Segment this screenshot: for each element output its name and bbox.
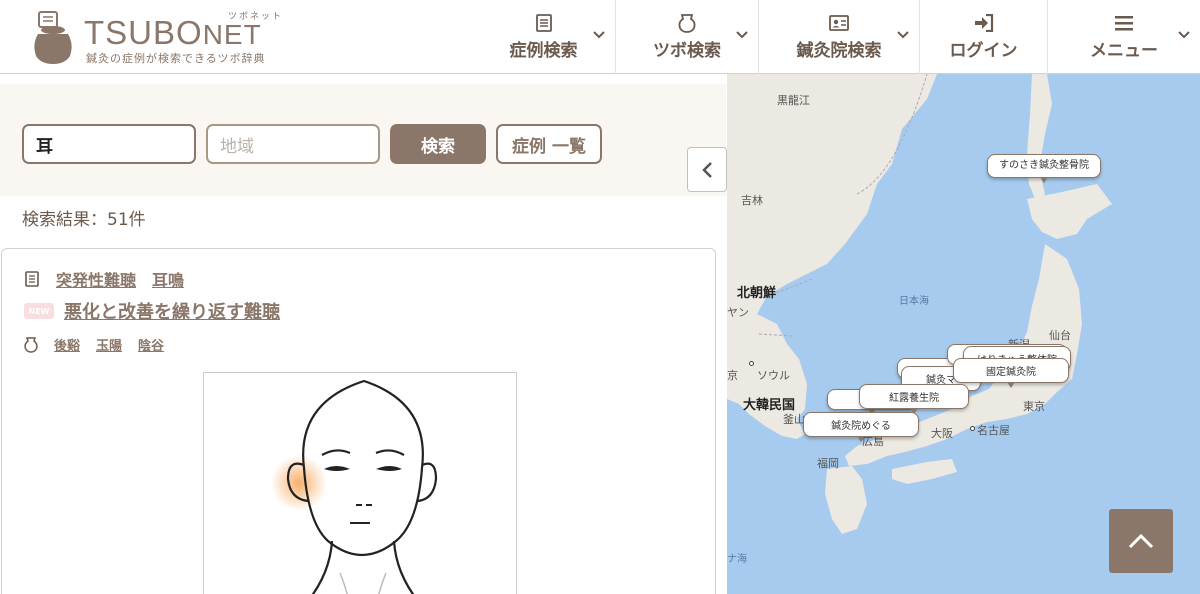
nav-case-search-label: 症例検索 <box>509 41 578 61</box>
case-title-link[interactable]: 悪化と改善を繰り返す難聴 <box>64 298 280 324</box>
chevron-down-icon <box>1178 31 1190 39</box>
jar-icon <box>24 336 38 353</box>
document-icon <box>25 271 39 287</box>
acupoint-link[interactable]: 陰谷 <box>138 335 164 354</box>
document-icon <box>535 13 553 33</box>
city-dot <box>749 361 754 366</box>
nav-case-search[interactable]: 症例検索 <box>472 0 616 74</box>
case-card: 突発性難聴 耳鳴 NEW 悪化と改善を繰り返す難聴 後谿 玉陽 陰谷 <box>1 248 716 594</box>
search-panel: 耳 地域 検索 症例 一覧 <box>0 84 726 196</box>
chevron-left-icon <box>702 161 712 178</box>
id-card-icon <box>829 13 849 33</box>
map-label-sea-of-japan: 日本海 <box>899 296 929 307</box>
acupoint-row: 後谿 玉陽 陰谷 <box>24 335 164 354</box>
case-title-row: NEW 悪化と改善を繰り返す難聴 <box>24 298 280 324</box>
map-label-edge-gyang: ヤン <box>727 306 749 319</box>
chevron-up-icon <box>1128 533 1154 549</box>
clinic-marker[interactable]: 鍼灸院めぐる <box>803 412 919 442</box>
map-label-edge-kyo: 京 <box>727 369 738 382</box>
site-header: ツボネット TSUBONET 鍼灸の症例が検索できるツボ辞典 症例検索 ツボ検索… <box>0 0 1200 74</box>
nav-login[interactable]: ログイン <box>920 0 1048 74</box>
map-label-busan: 釜山 <box>783 413 805 426</box>
chevron-down-icon <box>736 31 748 39</box>
scroll-to-top-button[interactable] <box>1109 509 1173 573</box>
nav-clinic-search[interactable]: 鍼灸院検索 <box>759 0 920 74</box>
region-input[interactable]: 地域 <box>206 124 380 164</box>
map-label-sea-small: ナ海 <box>727 554 747 565</box>
chevron-down-icon <box>593 31 605 39</box>
collapse-map-button[interactable] <box>687 147 727 192</box>
acupoint-illustration <box>203 372 517 594</box>
nav-login-label: ログイン <box>949 41 1018 61</box>
clinic-marker[interactable]: 紅露養生院 <box>859 384 969 414</box>
acupoint-link[interactable]: 玉陽 <box>96 335 122 354</box>
clinic-marker[interactable]: すのさき鍼灸整骨院 <box>987 154 1101 183</box>
search-button[interactable]: 検索 <box>390 124 486 164</box>
main-nav: 症例検索 ツボ検索 鍼灸院検索 ログイン メニュー <box>472 0 1200 74</box>
acupoint-link[interactable]: 後谿 <box>54 335 80 354</box>
nav-clinic-search-label: 鍼灸院検索 <box>796 41 882 61</box>
logo-tagline: 鍼灸の症例が検索できるツボ辞典 <box>86 52 266 65</box>
map-label-north-korea: 北朝鮮 <box>737 286 777 301</box>
hamburger-icon <box>1115 13 1133 33</box>
jar-logo-icon <box>34 11 72 64</box>
symptom-link[interactable]: 耳鳴 <box>152 267 184 291</box>
symptom-link[interactable]: 突発性難聴 <box>56 267 136 291</box>
map-label-heilongjiang: 黒龍江 <box>777 94 810 107</box>
nav-menu[interactable]: メニュー <box>1048 0 1200 74</box>
map-label-nagoya: 名古屋 <box>977 424 1010 437</box>
site-logo[interactable]: ツボネット TSUBONET 鍼灸の症例が検索できるツボ辞典 <box>32 6 292 68</box>
nav-menu-label: メニュー <box>1090 41 1158 61</box>
jar-icon <box>678 13 696 33</box>
new-badge: NEW <box>24 303 54 319</box>
nav-tsubo-search-label: ツボ検索 <box>653 41 721 61</box>
symptom-row: 突発性難聴 耳鳴 <box>24 267 184 291</box>
nav-tsubo-search[interactable]: ツボ検索 <box>616 0 759 74</box>
login-icon <box>974 13 994 33</box>
map-label-seoul: ソウル <box>757 369 790 382</box>
chevron-down-icon <box>897 31 909 39</box>
map-label-fukuoka: 福岡 <box>817 457 839 470</box>
keyword-input[interactable]: 耳 <box>22 124 196 164</box>
map-label-tokyo: 東京 <box>1023 400 1045 413</box>
city-dot <box>970 426 975 431</box>
clinic-marker[interactable]: 國定鍼灸院 <box>953 358 1069 388</box>
result-count: 検索結果：51件 <box>22 210 146 230</box>
map-label-sendai: 仙台 <box>1049 329 1071 342</box>
case-list-button[interactable]: 症例 一覧 <box>496 124 602 164</box>
logo-wordmark: TSUBONET <box>84 14 262 51</box>
map-label-osaka: 大阪 <box>931 427 953 440</box>
map-label-jilin: 吉林 <box>741 194 763 207</box>
